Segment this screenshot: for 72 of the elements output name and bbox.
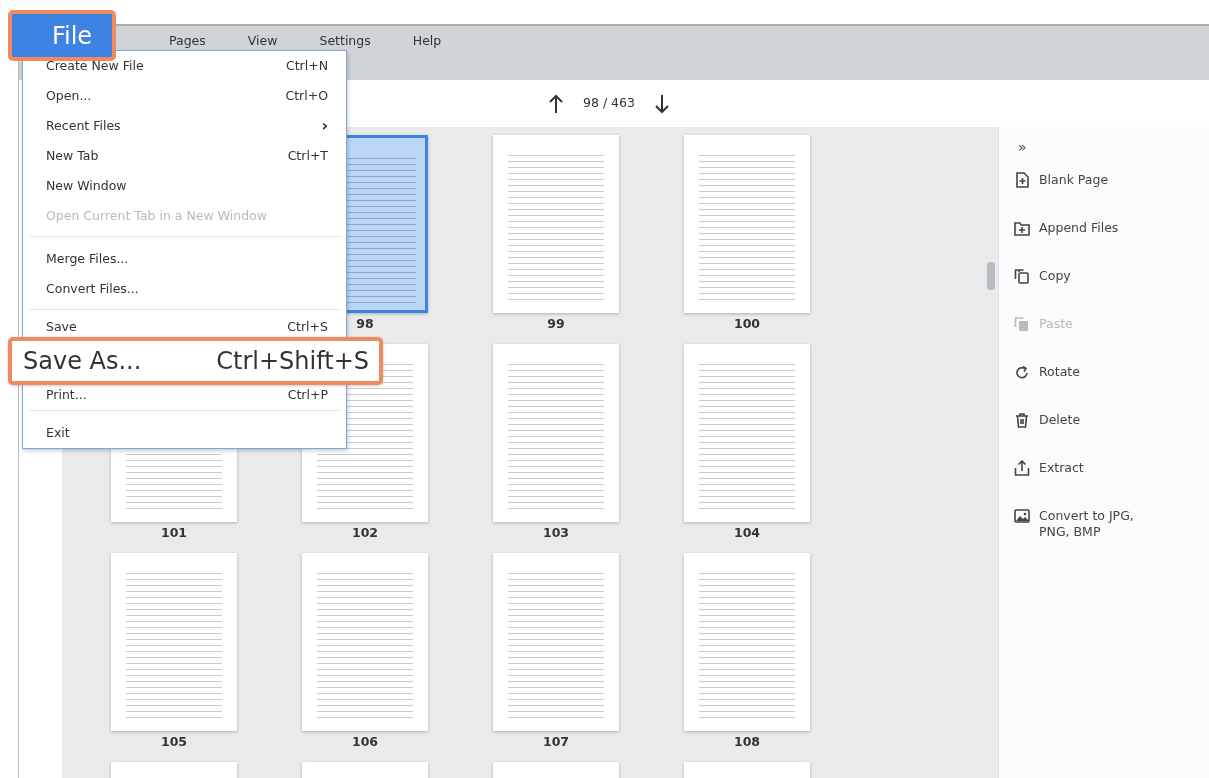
- page-number: 100: [733, 315, 761, 333]
- page-thumbnail[interactable]: [493, 344, 619, 522]
- page-number: 101: [160, 524, 188, 542]
- arrow-down-icon[interactable]: [654, 93, 669, 114]
- action-button[interactable]: Blank Page: [1014, 172, 1134, 188]
- page-number: 105: [160, 733, 188, 751]
- menu-item[interactable]: Save As... Ctrl+Shift+S: [8, 337, 383, 385]
- shortcut-label: Ctrl+Shift+S: [216, 346, 369, 377]
- shortcut-label: Ctrl+P: [287, 385, 328, 404]
- copy-icon: [1014, 268, 1030, 284]
- menu-item-label: Print...: [46, 385, 87, 404]
- page-thumbnail[interactable]: [493, 135, 619, 313]
- page-thumbnail[interactable]: [684, 553, 810, 731]
- shortcut-label: Ctrl+S: [287, 317, 328, 336]
- arrow-up-icon[interactable]: [549, 93, 563, 114]
- page-number: 108: [733, 733, 761, 751]
- folder-plus-icon: [1014, 220, 1030, 236]
- page-thumbnail[interactable]: [684, 135, 810, 313]
- menu-item[interactable]: Exit: [23, 418, 346, 448]
- action-button[interactable]: Extract: [1014, 460, 1134, 476]
- page-thumbnail[interactable]: [111, 553, 237, 731]
- menu-item[interactable]: New Tab Ctrl+T: [23, 141, 346, 171]
- image-icon: [1014, 508, 1030, 524]
- collapse-button[interactable]: »: [1014, 137, 1031, 158]
- menu-item-label: Open...: [46, 86, 92, 105]
- page-number: 99: [547, 315, 565, 333]
- menu-item-label: Exit: [46, 423, 70, 442]
- action-button[interactable]: Append Files: [1014, 220, 1134, 236]
- page-thumbnail[interactable]: [302, 553, 428, 731]
- menu-item[interactable]: View: [247, 32, 278, 50]
- menu-item[interactable]: Settings: [319, 32, 371, 50]
- action-button[interactable]: Rotate: [1014, 364, 1134, 380]
- menu-item[interactable]: Help: [412, 32, 442, 50]
- shortcut-label: Ctrl+N: [285, 56, 328, 75]
- copy-icon: [1014, 316, 1030, 332]
- menu-file-button[interactable]: File: [8, 10, 116, 61]
- menu-item[interactable]: Save Ctrl+S: [23, 317, 346, 337]
- menu-item-label: Open Current Tab in a New Window: [46, 206, 267, 225]
- page-number: 104: [733, 524, 761, 542]
- menu-item-label: Save: [46, 317, 77, 336]
- page-thumbnail[interactable]: [493, 553, 619, 731]
- menu-item[interactable]: New Window: [23, 171, 346, 201]
- scrollbar-thumb[interactable]: [987, 262, 995, 290]
- menu-item-label: New Tab: [46, 146, 99, 165]
- page-thumbnail[interactable]: [684, 344, 810, 522]
- menu-item[interactable]: Convert Files...: [23, 274, 346, 304]
- menu-item-label: Merge Files...: [46, 249, 129, 268]
- submenu-arrow: ›: [321, 115, 328, 137]
- menu-item[interactable]: Print... Ctrl+P: [23, 385, 346, 405]
- menu-item-label: Recent Files: [46, 116, 121, 135]
- page-number: 106: [351, 733, 379, 751]
- menu-item-label: Save As...: [23, 346, 142, 377]
- menu-item[interactable]: Recent Files ›: [23, 111, 346, 141]
- menu-item[interactable]: Pages: [169, 32, 206, 50]
- page-counter: 98 / 463: [583, 94, 635, 113]
- page-number: 102: [351, 524, 379, 542]
- menu-item[interactable]: Open... Ctrl+O: [23, 81, 346, 111]
- page-number: 98: [356, 315, 374, 333]
- shortcut-label: Ctrl+T: [287, 146, 328, 165]
- page-plus-icon: [1014, 172, 1030, 188]
- menu-item-label: New Window: [46, 176, 127, 195]
- trash-icon: [1014, 412, 1030, 428]
- menu-item[interactable]: Merge Files...: [23, 244, 346, 274]
- menu-item-label: Convert Files...: [46, 279, 139, 298]
- action-button[interactable]: Copy: [1014, 268, 1134, 284]
- rotate-icon: [1014, 364, 1030, 380]
- shortcut-label: Ctrl+O: [285, 86, 328, 105]
- page-number: 103: [542, 524, 570, 542]
- page-number: 107: [542, 733, 570, 751]
- upload-icon: [1014, 460, 1030, 476]
- action-button[interactable]: Convert to JPG, PNG, BMP: [1014, 508, 1134, 540]
- action-button[interactable]: Delete: [1014, 412, 1134, 428]
